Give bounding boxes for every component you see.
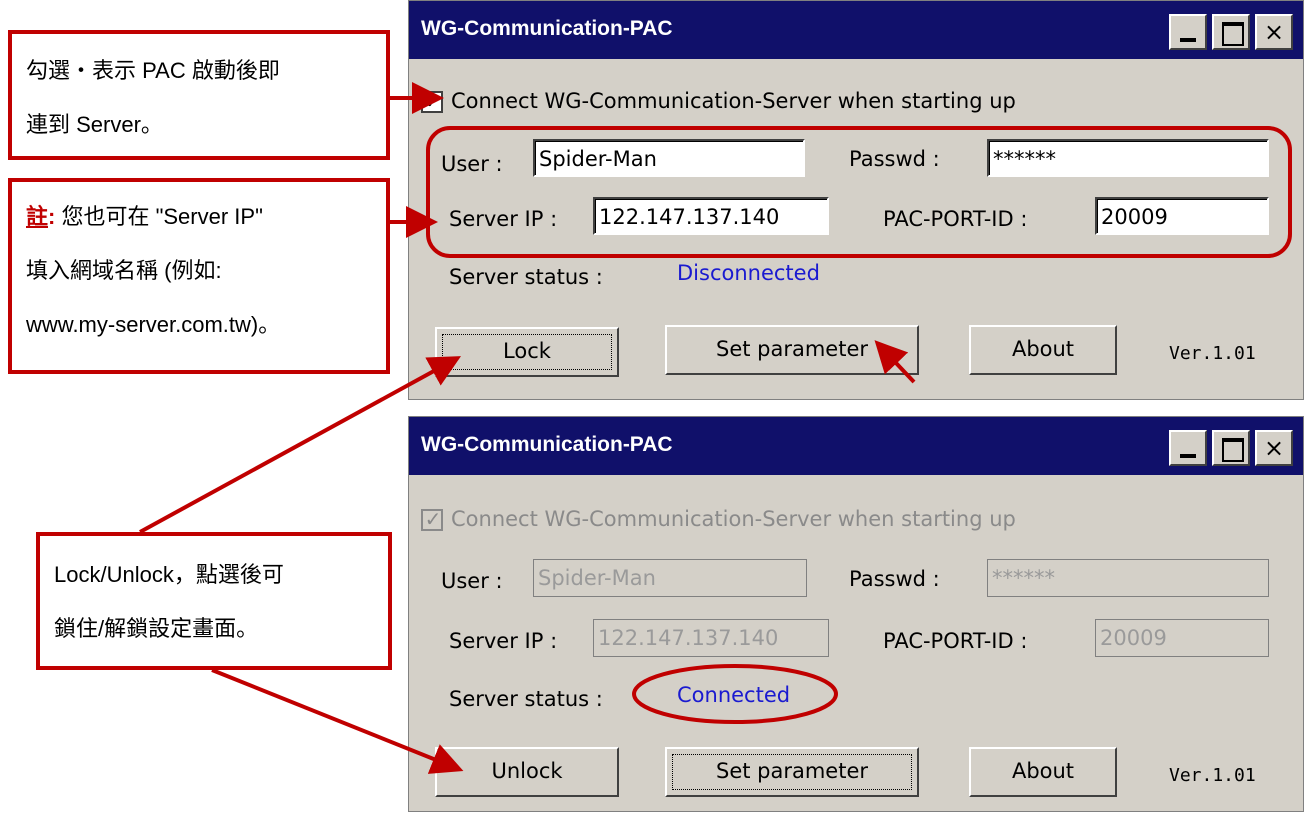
passwd-label: Passwd : xyxy=(849,567,940,591)
lock-arrow xyxy=(139,356,462,534)
callout-note-line-3: www.my-server.com.tw)。 xyxy=(26,312,281,337)
lock-button[interactable]: Lock xyxy=(435,327,619,377)
about-button[interactable]: About xyxy=(969,747,1117,797)
set-parameter-button[interactable]: Set parameter xyxy=(665,325,919,375)
connect-on-startup-label[interactable]: Connect WG-Communication-Server when sta… xyxy=(451,89,1016,113)
callout-lock-line-2: 鎖住/解鎖設定畫面。 xyxy=(54,616,259,641)
window-title: WG-Communication-PAC xyxy=(421,433,673,456)
port-label: PAC-PORT-ID : xyxy=(883,207,1028,231)
close-icon: × xyxy=(1263,18,1285,46)
callout-lock-line-1: Lock/Unlock，點選後可 xyxy=(54,562,284,587)
set-parameter-button[interactable]: Set parameter xyxy=(665,747,919,797)
unlock-button[interactable]: Unlock xyxy=(435,747,619,797)
maximize-icon xyxy=(1222,438,1244,462)
app-window-unlocked: WG-Communication-PAC × ✓ Connect WG-Comm… xyxy=(408,0,1304,400)
connect-on-startup-checkbox: ✓ xyxy=(421,507,443,531)
port-label: PAC-PORT-ID : xyxy=(883,629,1028,653)
close-icon: × xyxy=(1263,434,1285,462)
server-status-label: Server status : xyxy=(449,687,603,711)
connect-on-startup-checkbox[interactable]: ✓ xyxy=(421,89,443,113)
check-icon: ✓ xyxy=(424,507,442,531)
user-input[interactable]: Spider-Man xyxy=(533,139,805,177)
port-input: 20009 xyxy=(1095,619,1269,657)
callout-startup: 勾選‧表示 PAC 啟動後即 連到 Server。 xyxy=(8,30,390,160)
note-line-1-text: 您也可在 "Server IP" xyxy=(55,204,263,229)
passwd-input: ****** xyxy=(987,559,1269,597)
server-status-value: Connected xyxy=(677,683,791,707)
passwd-label: Passwd : xyxy=(849,147,940,171)
minimize-icon xyxy=(1180,454,1196,458)
about-button[interactable]: About xyxy=(969,325,1117,375)
version-label: Ver.1.01 xyxy=(1169,343,1256,364)
window-title: WG-Communication-PAC xyxy=(421,17,673,40)
port-input[interactable]: 20009 xyxy=(1095,197,1269,235)
close-button[interactable]: × xyxy=(1255,430,1293,466)
callout-note-line-2: 填入網域名稱 (例如: xyxy=(26,258,222,283)
minimize-button[interactable] xyxy=(1169,14,1207,50)
user-label: User : xyxy=(441,569,503,593)
connect-on-startup-label: Connect WG-Communication-Server when sta… xyxy=(451,507,1016,531)
minimize-icon xyxy=(1180,38,1196,42)
maximize-icon xyxy=(1222,22,1244,46)
version-label: Ver.1.01 xyxy=(1169,765,1256,786)
server-ip-input[interactable]: 122.147.137.140 xyxy=(593,197,829,235)
callout-startup-line-2: 連到 Server。 xyxy=(26,112,163,137)
server-ip-label: Server IP : xyxy=(449,629,558,653)
passwd-input[interactable]: ****** xyxy=(987,139,1269,177)
note-key: 註 xyxy=(26,204,49,229)
server-ip-input: 122.147.137.140 xyxy=(593,619,829,657)
user-label: User : xyxy=(441,152,503,176)
check-icon: ✓ xyxy=(424,89,442,113)
user-input: Spider-Man xyxy=(533,559,807,597)
server-status-label: Server status : xyxy=(449,265,603,289)
title-bar[interactable]: WG-Communication-PAC × xyxy=(409,1,1303,59)
server-status-value: Disconnected xyxy=(677,261,820,285)
minimize-button[interactable] xyxy=(1169,430,1207,466)
callout-note: 註: 您也可在 "Server IP" 填入網域名稱 (例如: www.my-s… xyxy=(8,178,390,374)
callout-note-line-1: 註: 您也可在 "Server IP" xyxy=(26,190,372,244)
maximize-button[interactable] xyxy=(1212,14,1250,50)
server-ip-label: Server IP : xyxy=(449,207,558,231)
close-button[interactable]: × xyxy=(1255,14,1293,50)
callout-lock: Lock/Unlock，點選後可 鎖住/解鎖設定畫面。 xyxy=(36,532,392,670)
app-window-locked: WG-Communication-PAC × ✓ Connect WG-Comm… xyxy=(408,416,1304,812)
maximize-button[interactable] xyxy=(1212,430,1250,466)
callout-startup-line-1: 勾選‧表示 PAC 啟動後即 xyxy=(26,58,280,83)
title-bar[interactable]: WG-Communication-PAC × xyxy=(409,417,1303,475)
